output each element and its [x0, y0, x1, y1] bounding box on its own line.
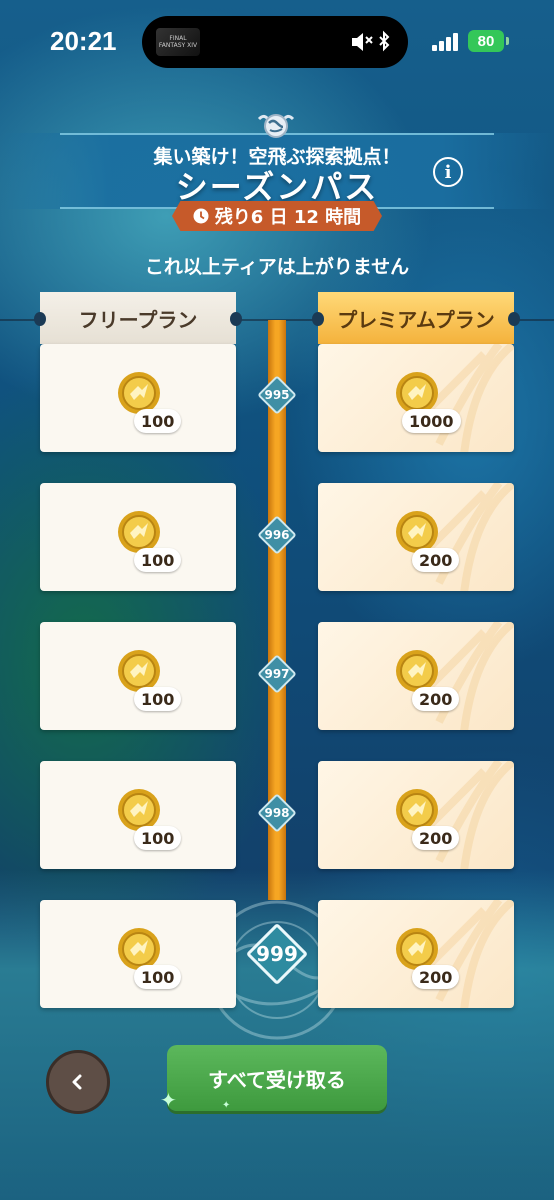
clock-icon: [193, 208, 209, 224]
premium-reward-card[interactable]: 200: [318, 900, 514, 1008]
premium-plan-label: プレミアムプラン: [318, 292, 514, 344]
reward-amount: 200: [412, 687, 460, 711]
free-reward-card[interactable]: 100: [40, 483, 236, 591]
free-plan-label: フリープラン: [40, 292, 236, 344]
now-playing-thumbnail: FINAL FANTASY XIV: [156, 28, 200, 56]
free-label-notch: [34, 312, 46, 326]
premium-reward-card[interactable]: 1000: [318, 344, 514, 452]
reward-amount: 100: [134, 548, 182, 572]
tier-number: 995: [264, 388, 290, 402]
chevron-left-icon: [72, 1074, 82, 1090]
reward-amount: 200: [412, 965, 460, 989]
free-label-notch: [230, 312, 242, 326]
remaining-time-text: 残り6 日 12 時間: [214, 207, 362, 228]
signal-icon: [432, 33, 462, 51]
remaining-time-badge: 残り6 日 12 時間: [172, 201, 382, 231]
reward-amount: 100: [134, 826, 182, 850]
reward-amount: 1000: [402, 409, 461, 433]
claim-all-button[interactable]: すべて受け取る: [167, 1045, 387, 1111]
globe-emblem-icon: [255, 111, 297, 145]
reward-amount: 200: [412, 826, 460, 850]
battery-tip: [506, 37, 509, 45]
reward-amount: 200: [412, 548, 460, 572]
status-time: 20:21: [50, 26, 117, 56]
info-icon: i: [444, 161, 452, 183]
premium-label-notch: [312, 312, 324, 326]
tier-marker: 998: [257, 793, 297, 833]
free-reward-card[interactable]: 100: [40, 344, 236, 452]
tier-marker: 997: [257, 654, 297, 694]
dynamic-island: FINAL FANTASY XIV: [142, 16, 408, 68]
tier-cap-notice: これ以上ティアは上がりません: [144, 256, 410, 278]
tier-number: 999: [256, 942, 298, 966]
tier-number: 997: [264, 667, 290, 681]
current-tier-marker: 999: [245, 922, 309, 986]
tier-number: 996: [264, 528, 290, 542]
back-button[interactable]: [46, 1050, 110, 1114]
tier-marker: 996: [257, 515, 297, 555]
reward-amount: 100: [134, 687, 182, 711]
premium-reward-card[interactable]: 200: [318, 622, 514, 730]
claim-all-label: すべて受け取る: [208, 1067, 346, 1092]
tier-number: 998: [264, 806, 290, 820]
sparkle-icon: ✦: [160, 1088, 177, 1112]
battery-level: 80: [477, 32, 495, 50]
free-reward-card[interactable]: 100: [40, 622, 236, 730]
free-reward-card[interactable]: 100: [40, 900, 236, 1008]
reward-amount: 100: [134, 965, 182, 989]
info-button[interactable]: i: [433, 157, 463, 187]
tier-marker: 995: [257, 375, 297, 415]
premium-reward-card[interactable]: 200: [318, 761, 514, 869]
free-reward-card[interactable]: 100: [40, 761, 236, 869]
battery-icon: 80: [468, 30, 504, 52]
premium-reward-card[interactable]: 200: [318, 483, 514, 591]
reward-amount: 100: [134, 409, 182, 433]
status-bar: 20:21 FINAL FANTASY XIV 80: [0, 0, 554, 90]
mute-bluetooth-icons: [350, 30, 394, 59]
premium-label-notch: [508, 312, 520, 326]
sparkle-icon: ✦: [222, 1100, 231, 1111]
